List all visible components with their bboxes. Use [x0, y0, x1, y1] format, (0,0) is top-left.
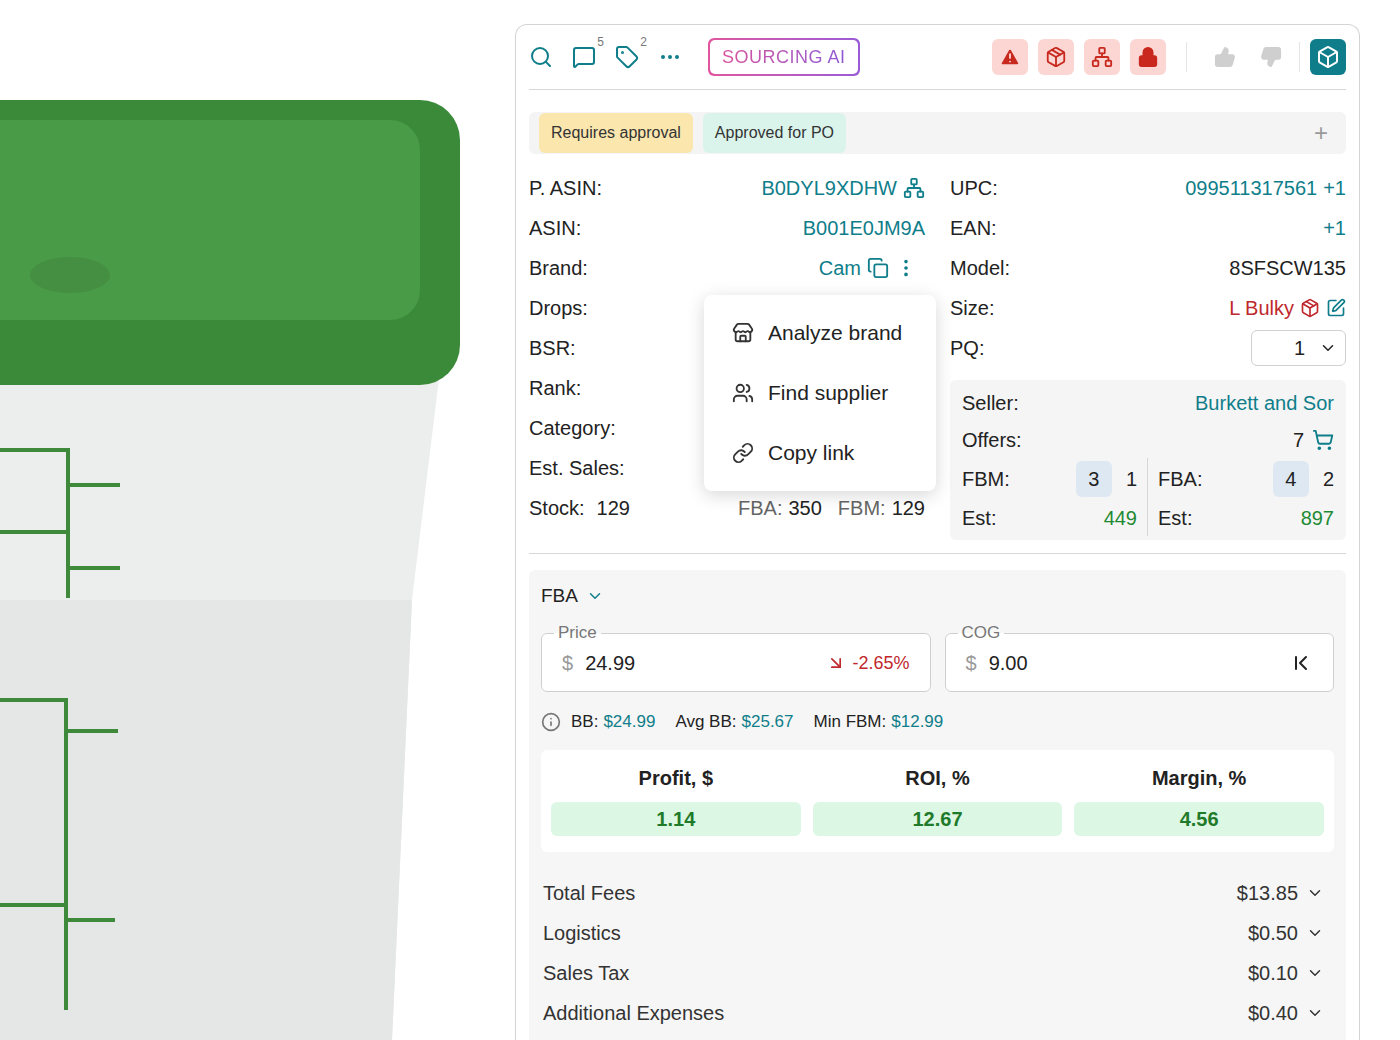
- more-icon: [658, 45, 682, 69]
- separator: [1299, 42, 1300, 72]
- variations-icon[interactable]: [903, 177, 925, 199]
- toolbar-button[interactable]: [658, 45, 682, 69]
- toolbar-button[interactable]: [529, 45, 553, 69]
- cost-row[interactable]: Logistics$0.50: [541, 913, 1334, 953]
- pq-select[interactable]: 1: [1251, 330, 1346, 366]
- variations-icon: [1091, 46, 1113, 68]
- count-badge: 5: [597, 35, 604, 49]
- status-tag[interactable]: Requires approval: [539, 113, 693, 153]
- info-value[interactable]: 099511317561: [1185, 173, 1317, 203]
- product-info-right: UPC:099511317561+1EAN:+1Model:8SFSCW135S…: [950, 168, 1346, 540]
- calculator: FBA Price$24.99-2.65%COG$9.00 BB:$24.99Avg…: [529, 570, 1346, 1040]
- sourcing-ai-button[interactable]: SOURCING AI: [708, 38, 860, 76]
- info-row: UPC:099511317561+1: [950, 168, 1346, 208]
- chevron-down-icon: [1306, 884, 1324, 902]
- separator: [1186, 42, 1187, 72]
- alert-flag-button[interactable]: [1084, 39, 1120, 75]
- price-field[interactable]: COG$9.00: [945, 623, 1335, 692]
- toolbar-button[interactable]: 2: [615, 45, 639, 69]
- chevron-down-icon: [1306, 1004, 1324, 1022]
- alert-flag-button[interactable]: [1038, 39, 1074, 75]
- metric: Margin, %4.56: [1074, 764, 1324, 836]
- alert-flag-button[interactable]: [1130, 39, 1166, 75]
- cost-row[interactable]: Total Fees$13.85: [541, 873, 1334, 913]
- info-value: 8SFSCW135: [1229, 253, 1346, 283]
- status-tag[interactable]: Approved for PO: [703, 113, 846, 153]
- comment-icon: [572, 45, 596, 69]
- chevron-down-icon: [1319, 339, 1337, 357]
- price-field[interactable]: Price$24.99-2.65%: [541, 623, 931, 692]
- metric: ROI, %12.67: [813, 764, 1063, 836]
- info-icon: [541, 712, 561, 732]
- info-value[interactable]: Cam: [819, 253, 861, 283]
- metrics-card: Profit, $1.14ROI, %12.67Margin, %4.56: [541, 750, 1334, 852]
- toolbar: 52SOURCING AI: [529, 37, 1346, 77]
- package-icon: [1045, 46, 1067, 68]
- lock-icon: [1137, 46, 1159, 68]
- search-icon: [529, 45, 553, 69]
- cost-row[interactable]: Additional Expenses$0.40: [541, 993, 1334, 1033]
- pq-row: PQ:1: [950, 328, 1346, 368]
- menu-item[interactable]: Find supplier: [704, 363, 936, 423]
- offers-box: Seller:Burkett and SorOffers:7FBM:31Est:…: [950, 380, 1346, 540]
- cart-icon[interactable]: [1312, 429, 1334, 451]
- app-button[interactable]: [1310, 39, 1346, 75]
- info-row: EAN:+1: [950, 208, 1346, 248]
- offer-count-badge[interactable]: 4: [1273, 461, 1309, 497]
- info-row: Brand:Cam: [529, 248, 925, 288]
- offer-type: FBM:31Est:449: [962, 458, 1148, 536]
- keepa-icon[interactable]: [1289, 651, 1313, 675]
- container-photo-icon: [0, 0, 515, 1040]
- add-tag-button[interactable]: +: [1314, 121, 1328, 145]
- package-icon: [1300, 298, 1320, 318]
- menu-item[interactable]: Copy link: [704, 423, 936, 483]
- info-value: L Bulky: [1229, 293, 1294, 323]
- vote-button[interactable]: [1253, 39, 1289, 75]
- info-row: ASIN:B001E0JM9A: [529, 208, 925, 248]
- link-icon: [732, 442, 754, 464]
- chevron-down-icon: [1306, 924, 1324, 942]
- vote-button[interactable]: [1207, 39, 1243, 75]
- offer-type: FBA:42Est:897: [1148, 458, 1334, 536]
- analyze-icon: [732, 322, 754, 344]
- product-photo: [0, 0, 515, 1040]
- cube-icon: [1316, 45, 1340, 69]
- buybox-info: BB:$24.99Avg BB:$25.67Min FBM:$12.99: [541, 711, 1334, 733]
- stock-row: Stock:129FBA:350FBM:129: [529, 488, 925, 528]
- info-value[interactable]: B0DYL9XDHW: [761, 173, 897, 203]
- trend-down-icon: [826, 653, 846, 673]
- tag-icon: [615, 45, 639, 69]
- chevron-down-icon: [1306, 964, 1324, 982]
- cost-row[interactable]: Sales Tax$0.10: [541, 953, 1334, 993]
- count-badge: 2: [640, 35, 647, 49]
- more-codes[interactable]: +1: [1323, 173, 1346, 203]
- offer-count-badge[interactable]: 3: [1076, 461, 1112, 497]
- info-value[interactable]: B001E0JM9A: [803, 213, 925, 243]
- app: 52SOURCING AIRequires approvalApproved f…: [0, 0, 1400, 1040]
- thumbs-up-icon: [1214, 46, 1236, 68]
- alert-flag-button[interactable]: [992, 39, 1028, 75]
- supplier-icon: [732, 382, 754, 404]
- chevron-down-icon: [586, 587, 604, 605]
- mode-select[interactable]: FBA: [541, 584, 604, 608]
- seller-link[interactable]: Burkett and Sor: [1195, 388, 1334, 418]
- more-codes[interactable]: +1: [1323, 213, 1346, 243]
- brand-menu: Analyze brandFind supplierCopy link: [704, 295, 936, 491]
- toolbar-button[interactable]: 5: [572, 45, 596, 69]
- thumbs-down-icon: [1260, 46, 1282, 68]
- brand-menu-icon[interactable]: [895, 257, 917, 279]
- copy-icon[interactable]: [867, 257, 889, 279]
- info-row: Size:L Bulky: [950, 288, 1346, 328]
- menu-item[interactable]: Analyze brand: [704, 303, 936, 363]
- info-row: Model:8SFSCW135: [950, 248, 1346, 288]
- warning-icon: [999, 46, 1021, 68]
- product-info-left: P. ASIN:B0DYL9XDHWASIN:B001E0JM9ABrand:C…: [529, 168, 925, 540]
- sourcing-panel: 52SOURCING AIRequires approvalApproved f…: [515, 24, 1360, 1040]
- metric: Profit, $1.14: [551, 764, 801, 836]
- info-row: P. ASIN:B0DYL9XDHW: [529, 168, 925, 208]
- edit-icon[interactable]: [1326, 298, 1346, 318]
- tag-strip: Requires approvalApproved for PO +: [529, 112, 1346, 154]
